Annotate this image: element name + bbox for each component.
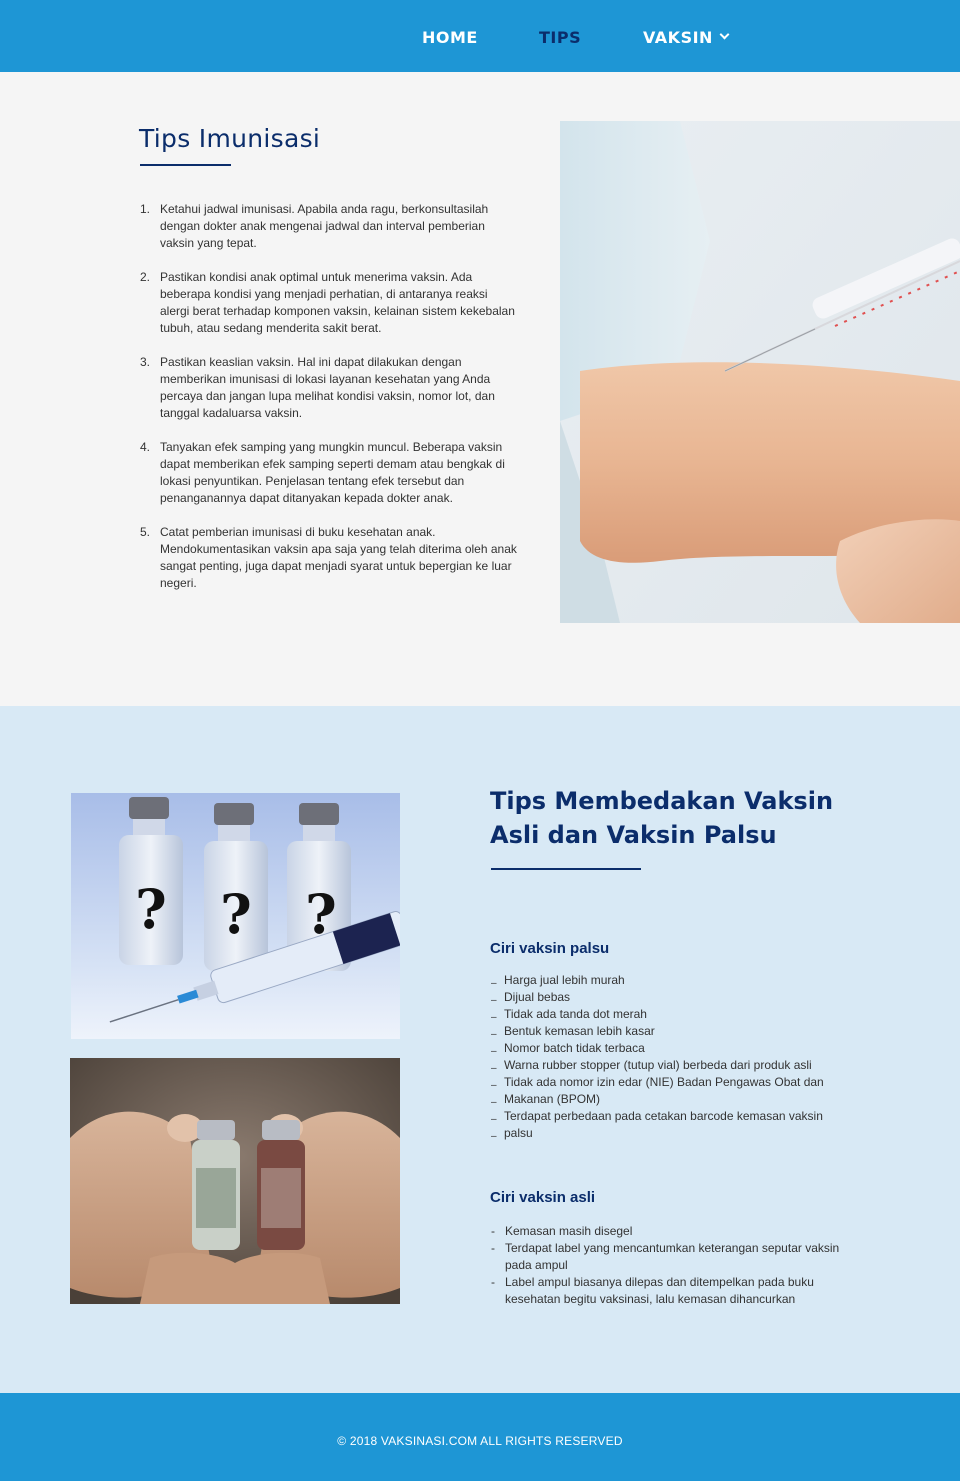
item-number: 4. xyxy=(140,440,151,454)
title-underline xyxy=(491,868,641,870)
list-item: – Tidak ada nomor izin edar (NIE) Badan P… xyxy=(491,1075,824,1091)
hands-holding-vials-photo xyxy=(70,1058,400,1304)
top-navbar: HOME TIPS VAKSIN xyxy=(0,0,960,72)
palsu-list: – Harga jual lebih murah – Dijual bebas – T… xyxy=(490,972,850,1142)
asli-heading: Ciri vaksin asli xyxy=(490,1189,596,1206)
item-text: Tanyakan efek samping yang mungkin muncu… xyxy=(160,440,505,505)
tips-list: 1. Ketahui jadwal imunisasi. Apabila anda… xyxy=(140,201,520,609)
list-item: – Nomor batch tidak terbaca xyxy=(491,1041,645,1057)
list-item: – Terdapat perbedaan pada cetakan barcode… xyxy=(491,1109,823,1125)
list-item: – Tidak ada tanda dot merah xyxy=(491,1007,647,1023)
tips-imunisasi-section: Tips Imunisasi 1. Ketahui jadwal imunisas… xyxy=(0,72,960,706)
item-text: Pastikan kondisi anak optimal untuk mene… xyxy=(160,270,515,335)
item-number: 1. xyxy=(140,202,151,216)
list-item: 5. Catat pemberian imunisasi di buku kese… xyxy=(140,524,520,592)
list-item: 1. Ketahui jadwal imunisasi. Apabila anda… xyxy=(140,201,520,252)
nav-tips-link[interactable]: TIPS xyxy=(539,28,581,48)
palsu-heading: Ciri vaksin palsu xyxy=(490,940,610,957)
list-item: - Kemasan masih disegel xyxy=(491,1224,633,1238)
item-number: 2. xyxy=(140,270,151,284)
vaksin-asli-palsu-section: ? ? ? Tips Membedakan Vaksin Asli dan Va… xyxy=(0,706,960,1393)
item-text: Ketahui jadwal imunisasi. Apabila anda r… xyxy=(160,202,489,250)
list-item: 3. Pastikan keaslian vaksin. Hal ini dapa… xyxy=(140,354,520,422)
list-item: – Warna rubber stopper (tutup vial) berbe… xyxy=(491,1058,812,1074)
copyright-text: © 2018 VAKSINASI.COM ALL RIGHTS RESERVED xyxy=(337,1434,623,1448)
vial-label: ? xyxy=(135,877,167,941)
vial-label: ? xyxy=(220,882,252,946)
tips-imunisasi-title: Tips Imunisasi xyxy=(139,124,321,153)
list-item: – Makanan (BPOM) xyxy=(491,1092,601,1108)
list-item: 2. Pastikan kondisi anak optimal untuk me… xyxy=(140,269,520,337)
item-number: 3. xyxy=(140,355,151,369)
chevron-down-icon xyxy=(719,29,730,40)
nav-vaksin-dropdown[interactable]: VAKSIN xyxy=(643,28,730,48)
injection-arm-photo xyxy=(560,121,960,623)
list-item: - Terdapat label yang mencantumkan ketera… xyxy=(491,1241,840,1272)
asli-list: - Kemasan masih disegel - Terdapat label y… xyxy=(490,1223,850,1308)
list-item: – Harga jual lebih murah xyxy=(491,973,625,989)
list-item: – Bentuk kemasan lebih kasar xyxy=(491,1024,655,1040)
list-item: 4. Tanyakan efek samping yang mungkin mun… xyxy=(140,439,520,507)
list-item: - Label ampul biasanya dilepas dan ditemp… xyxy=(491,1275,814,1306)
vials-question-mark-photo: ? ? ? xyxy=(71,793,400,1039)
item-number: 5. xyxy=(140,525,151,539)
title-underline xyxy=(140,164,231,166)
footer: © 2018 VAKSINASI.COM ALL RIGHTS RESERVED xyxy=(0,1393,960,1481)
item-text: Pastikan keaslian vaksin. Hal ini dapat … xyxy=(160,355,495,420)
list-item: – palsu xyxy=(491,1126,533,1142)
vaksin-section-title: Tips Membedakan Vaksin Asli dan Vaksin P… xyxy=(490,787,834,849)
nav-vaksin-label: VAKSIN xyxy=(643,28,713,47)
nav-home-link[interactable]: HOME xyxy=(422,28,478,48)
item-text: Catat pemberian imunisasi di buku keseha… xyxy=(160,525,517,590)
list-item: – Dijual bebas xyxy=(491,990,571,1006)
